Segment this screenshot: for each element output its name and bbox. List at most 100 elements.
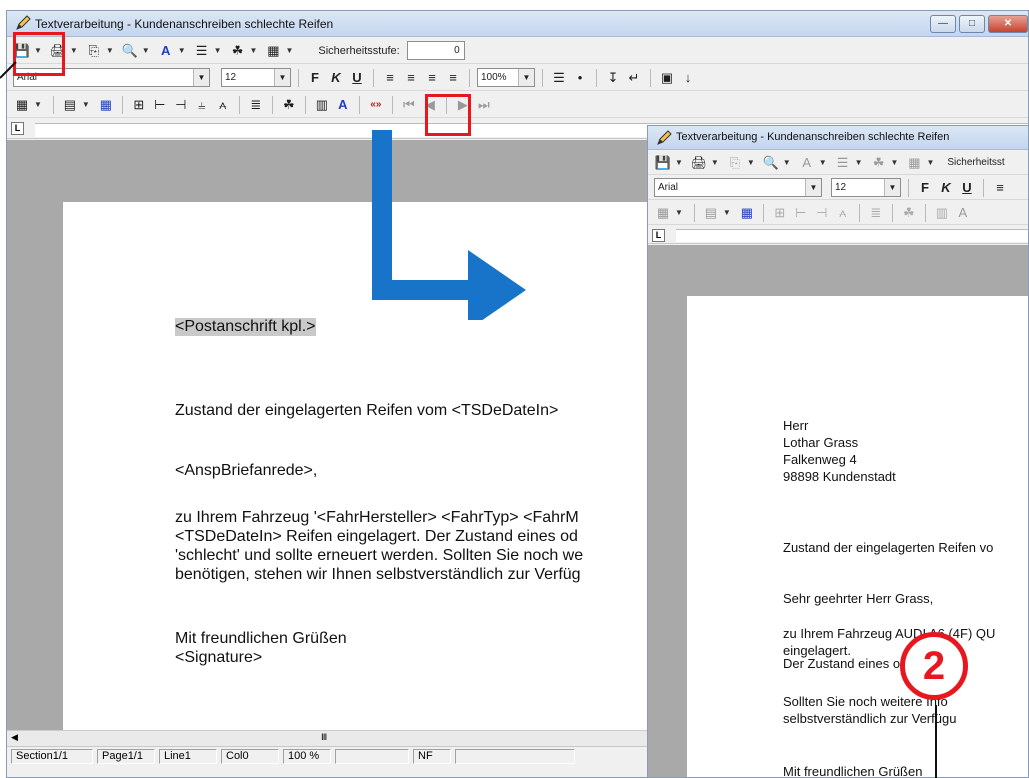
chevron-down-icon[interactable]: ▼: [805, 179, 821, 196]
grow-icon[interactable]: ☘: [229, 42, 247, 60]
salutation-line[interactable]: <AnspBriefanrede>,: [175, 462, 317, 480]
body-line[interactable]: <TSDeDateIn> Reifen eingelagert. Der Zus…: [175, 528, 578, 546]
font-color-icon[interactable]: A: [157, 42, 175, 60]
save-icon[interactable]: 💾: [654, 154, 672, 172]
insert-column-icon[interactable]: ⊢: [792, 204, 810, 222]
align-left-icon[interactable]: ≡: [381, 69, 399, 87]
chevron-down-icon[interactable]: ▼: [193, 69, 209, 86]
address-line[interactable]: Lothar Grass: [783, 435, 858, 450]
image-icon[interactable]: ☘: [900, 204, 918, 222]
address-line[interactable]: Herr: [783, 418, 808, 433]
split-icon[interactable]: ⫨: [193, 96, 211, 114]
insert-table-icon[interactable]: ▥: [933, 204, 951, 222]
find-dropdown[interactable]: ▼: [783, 158, 791, 167]
table-icon[interactable]: ▦: [264, 42, 282, 60]
subject-line[interactable]: Zustand der eingelagerten Reifen vom <TS…: [175, 402, 558, 420]
subject-line[interactable]: Zustand der eingelagerten Reifen vo: [783, 540, 993, 555]
frame-icon[interactable]: ▣: [658, 69, 676, 87]
columns-icon[interactable]: ≣: [247, 96, 265, 114]
font-name-select[interactable]: Arial ▼: [654, 178, 822, 197]
closing-line[interactable]: Mit freundlichen Grüßen: [783, 764, 922, 777]
paragraph-icon[interactable]: ☰: [193, 42, 211, 60]
copy-icon[interactable]: ⎘: [85, 42, 103, 60]
cell-icon[interactable]: ▦: [738, 204, 756, 222]
find-icon[interactable]: 🔍: [762, 154, 780, 172]
tab-stop-icon[interactable]: L: [11, 122, 24, 135]
insert-column-icon[interactable]: ⊢: [151, 96, 169, 114]
print-dropdown[interactable]: ▼: [711, 158, 719, 167]
justify-icon[interactable]: ≡: [444, 69, 462, 87]
italic-button[interactable]: K: [937, 180, 955, 195]
zoom-select[interactable]: 100% ▼: [477, 68, 535, 87]
maximize-button[interactable]: □: [959, 15, 985, 33]
address-line[interactable]: Falkenweg 4: [783, 452, 857, 467]
tab-stop-icon[interactable]: L: [652, 229, 665, 242]
underline-button[interactable]: U: [958, 180, 976, 195]
image-icon[interactable]: ☘: [280, 96, 298, 114]
font-color-dropdown[interactable]: ▼: [178, 46, 186, 55]
save-dropdown[interactable]: ▼: [675, 158, 683, 167]
closing-line[interactable]: Mit freundlichen Grüßen: [175, 630, 347, 648]
chevron-down-icon[interactable]: ▼: [518, 69, 534, 86]
merge-field-icon[interactable]: «»: [367, 96, 385, 114]
merge-cells-icon[interactable]: ⊞: [130, 96, 148, 114]
align-center-icon[interactable]: ≡: [402, 69, 420, 87]
find-icon[interactable]: 🔍: [121, 42, 139, 60]
bullet-icon[interactable]: •: [571, 69, 589, 87]
table-dropdown[interactable]: ▼: [926, 158, 934, 167]
insert-row-icon[interactable]: ⊣: [172, 96, 190, 114]
horizontal-scrollbar[interactable]: ◀ Ⅲ: [7, 730, 647, 746]
align-right-icon[interactable]: ≡: [423, 69, 441, 87]
insert-row-icon[interactable]: ⊣: [813, 204, 831, 222]
bold-button[interactable]: F: [306, 70, 324, 85]
copy-dropdown[interactable]: ▼: [106, 46, 114, 55]
merge-cells-icon[interactable]: ⊞: [771, 204, 789, 222]
body-line[interactable]: benötigen, stehen wir Ihnen selbstverstä…: [175, 566, 581, 584]
body-line[interactable]: zu Ihrem Fahrzeug AUDI A6 (4F) QU: [783, 626, 995, 641]
table-dropdown[interactable]: ▼: [675, 208, 683, 217]
underline-button[interactable]: U: [348, 70, 366, 85]
minimize-button[interactable]: —: [930, 15, 956, 33]
list-icon[interactable]: ☰: [550, 69, 568, 87]
insert-table-icon[interactable]: ▥: [313, 96, 331, 114]
address-merge-field[interactable]: <Postanschrift kpl.>: [175, 318, 316, 336]
address-line[interactable]: 98898 Kundenstadt: [783, 469, 896, 484]
paragraph-icon[interactable]: ☰: [834, 154, 852, 172]
copy-icon[interactable]: ⎘: [726, 154, 744, 172]
paragraph-dropdown[interactable]: ▼: [214, 46, 222, 55]
first-record-icon[interactable]: ⏮: [400, 96, 418, 114]
print-dropdown[interactable]: ▼: [70, 46, 78, 55]
grid-icon[interactable]: ▤: [61, 96, 79, 114]
grid-dropdown[interactable]: ▼: [723, 208, 731, 217]
scroll-grip-icon[interactable]: Ⅲ: [321, 732, 327, 743]
grow-dropdown[interactable]: ▼: [250, 46, 258, 55]
chevron-down-icon[interactable]: ▼: [884, 179, 900, 196]
preview-ruler[interactable]: L: [648, 226, 1028, 244]
body-line[interactable]: selbstverständlich zur Verfügu: [783, 711, 956, 726]
paragraph-dropdown[interactable]: ▼: [855, 158, 863, 167]
chevron-down-icon[interactable]: ▼: [274, 69, 290, 86]
table-icon[interactable]: ▦: [654, 204, 672, 222]
body-line[interactable]: 'schlecht' und sollte erneuert werden. S…: [175, 547, 583, 565]
align-left-icon[interactable]: ≡: [991, 179, 1009, 197]
grid-dropdown[interactable]: ▼: [82, 100, 90, 109]
grid-icon[interactable]: ▤: [702, 204, 720, 222]
copy-dropdown[interactable]: ▼: [747, 158, 755, 167]
italic-button[interactable]: K: [327, 70, 345, 85]
line-break-icon[interactable]: ↵: [625, 69, 643, 87]
font-color-icon[interactable]: A: [798, 154, 816, 172]
print-icon[interactable]: 🖨: [690, 154, 708, 172]
font-color-dropdown[interactable]: ▼: [819, 158, 827, 167]
down-arrow-icon[interactable]: ↓: [679, 69, 697, 87]
table-dropdown[interactable]: ▼: [285, 46, 293, 55]
text-style-icon[interactable]: A: [334, 96, 352, 114]
cell-icon[interactable]: ▦: [97, 96, 115, 114]
sort-icon[interactable]: ⩜: [214, 96, 232, 114]
body-line[interactable]: zu Ihrem Fahrzeug '<FahrHersteller> <Fah…: [175, 509, 579, 527]
table-icon[interactable]: ▦: [13, 96, 31, 114]
find-dropdown[interactable]: ▼: [142, 46, 150, 55]
page-break-icon[interactable]: ↧: [604, 69, 622, 87]
signature-merge-field[interactable]: <Signature>: [175, 649, 262, 667]
grow-dropdown[interactable]: ▼: [891, 158, 899, 167]
font-size-select[interactable]: 12 ▼: [221, 68, 291, 87]
